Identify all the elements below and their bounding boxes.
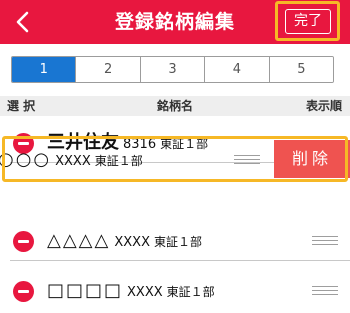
stock-name: □□□□ (47, 280, 124, 301)
done-button[interactable]: 完了 (285, 9, 331, 34)
list-item: □□□□ XXXX 東証１部 (0, 271, 350, 311)
drag-handle-icon[interactable] (312, 286, 338, 296)
header-bar: 登録銘柄編集 完了 (0, 0, 350, 44)
stock-label: □□□□ XXXX 東証１部 (47, 271, 215, 313)
swipe-highlight (2, 136, 348, 182)
done-highlight: 完了 (275, 1, 340, 41)
stock-code: XXXX (114, 235, 150, 250)
select-column-label: 選 択 (7, 99, 36, 113)
stock-code: XXXX (127, 285, 163, 300)
page-tab-5[interactable]: 5 (268, 57, 333, 82)
page-tab-3[interactable]: 3 (139, 57, 205, 82)
page-tab-2[interactable]: 2 (75, 57, 140, 82)
stock-market: 東証１部 (166, 285, 215, 299)
list-item: △△△△ XXXX 東証１部 (0, 221, 350, 261)
minus-circle-icon[interactable] (13, 231, 34, 252)
column-header: 銘柄名 選 択 表示順 (0, 96, 350, 116)
stock-label: △△△△ XXXX 東証１部 (47, 221, 202, 263)
drag-handle-icon[interactable] (312, 236, 338, 246)
order-column-label: 表示順 (305, 99, 342, 113)
name-column-label: 銘柄名 (156, 99, 193, 113)
page-tab-4[interactable]: 4 (204, 57, 269, 82)
page-selector: 1 2 3 4 5 (11, 56, 334, 83)
minus-circle-icon[interactable] (13, 281, 34, 302)
stock-name: △△△△ (47, 230, 111, 251)
stock-market: 東証１部 (154, 235, 203, 249)
page-tab-1[interactable]: 1 (12, 57, 76, 82)
